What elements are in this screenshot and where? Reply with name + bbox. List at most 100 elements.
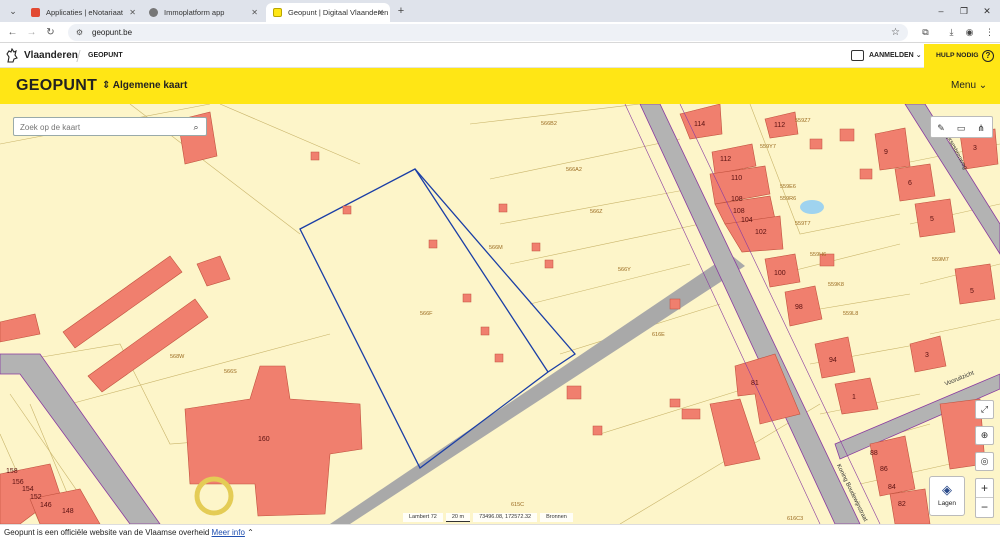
tab-search-icon[interactable]: ⌄	[6, 4, 20, 18]
coordinates-label: 73496.08, 172572.32	[473, 513, 538, 522]
vlaanderen-brand[interactable]: Vlaanderen	[24, 44, 78, 68]
selected-parcel-divider	[414, 168, 549, 373]
chevron-up-icon: ⌃	[244, 528, 254, 537]
layers-label: Lagen	[937, 500, 957, 507]
house-number: 146	[40, 502, 52, 509]
bookmark-star-icon[interactable]: ☆	[891, 24, 900, 41]
measure-ruler-icon[interactable]: ▭	[953, 120, 969, 136]
tab-geopunt[interactable]: Geopunt | Digitaal Vlaanderen ✕	[266, 3, 390, 22]
share-icon[interactable]: ⋔	[973, 120, 989, 136]
meer-info-link[interactable]: Meer info	[212, 528, 245, 537]
geopunt-favicon-icon	[273, 8, 282, 17]
tab-close-icon[interactable]: ✕	[129, 3, 136, 22]
login-button[interactable]: AANMELDEN ⌄	[851, 44, 922, 68]
parcel-label: 559R6	[780, 196, 797, 202]
vlaanderen-sub-brand[interactable]: GEOPUNT	[88, 44, 123, 68]
map-canvas[interactable]: 566B2 566A2 566Z 566M 566Y 566F 616E 568…	[0, 104, 1000, 524]
globe-button[interactable]: ⊕	[975, 426, 994, 445]
pond	[800, 200, 824, 214]
house-number: 88	[870, 450, 878, 457]
profile-avatar-icon[interactable]: ◉	[962, 25, 977, 40]
parcel-label: 559Y7	[760, 144, 776, 150]
tab-title: Applicaties | eNotariaat	[46, 8, 123, 17]
vlaanderen-header: Vlaanderen GEOPUNT AANMELDEN ⌄ HULP NODI…	[0, 44, 1000, 68]
parcel-label: 559H6	[810, 252, 827, 258]
sources-link[interactable]: Bronnen	[540, 513, 573, 522]
minimize-button[interactable]: –	[932, 3, 950, 19]
parcel-label: 559L8	[843, 311, 859, 317]
url-text[interactable]: geopunt.be	[92, 24, 132, 41]
tab-close-icon[interactable]: ✕	[251, 3, 258, 22]
house-number: 158	[6, 468, 18, 475]
house-number: 100	[774, 270, 786, 277]
layers-button[interactable]: ◈ Lagen	[929, 476, 965, 516]
forward-button[interactable]: →	[24, 25, 39, 40]
search-icon[interactable]: ⌕	[190, 121, 202, 133]
vlaanderen-lion-logo-icon[interactable]	[5, 48, 19, 64]
fullscreen-button[interactable]: ⤢	[975, 400, 994, 419]
menu-button[interactable]: Menu ⌄	[951, 68, 987, 104]
enotariaat-favicon-icon	[31, 8, 40, 17]
extensions-icon[interactable]: ⧉	[918, 25, 933, 40]
browser-menu-icon[interactable]: ⋮	[982, 25, 997, 40]
house-number: 160	[258, 436, 270, 443]
tab-enotariaat[interactable]: Applicaties | eNotariaat ✕	[24, 3, 142, 22]
parcel-label: 566M	[489, 245, 503, 251]
house-number: 108	[731, 196, 743, 203]
house-number: 112	[720, 156, 732, 163]
parcel-label: 566F	[420, 311, 433, 317]
house-number: 5	[970, 288, 974, 295]
locate-button[interactable]: ◎	[975, 452, 994, 471]
zoom-in-button[interactable]: +	[976, 479, 993, 498]
parcel-label: 566A2	[566, 167, 582, 173]
draw-pencil-icon[interactable]: ✎	[933, 120, 949, 136]
geopunt-logo[interactable]: GEOPUNT	[16, 68, 97, 104]
house-number: 3	[973, 145, 977, 152]
chevron-down-icon: ⌄	[915, 52, 922, 59]
zoom-control: + −	[975, 478, 994, 518]
back-button[interactable]: ←	[5, 25, 20, 40]
tab-title: Geopunt | Digitaal Vlaanderen	[288, 8, 389, 17]
login-user-icon	[851, 50, 864, 61]
question-icon: ?	[982, 50, 994, 62]
map-search: ⌕	[13, 117, 207, 136]
geopunt-bar: GEOPUNT ⇕ Algemene kaart Menu ⌄	[0, 68, 1000, 104]
house-number: 6	[908, 180, 912, 187]
parcel-label: 559Z7	[795, 118, 811, 124]
login-label: AANMELDEN	[869, 52, 914, 59]
house-number: 86	[880, 466, 888, 473]
sort-arrows-icon: ⇕	[102, 80, 113, 91]
download-icon[interactable]: ⤓	[944, 25, 959, 40]
map-selector[interactable]: ⇕ Algemene kaart	[102, 68, 187, 104]
house-number: 152	[30, 494, 42, 501]
road-diagonal	[330, 254, 745, 524]
house-number: 156	[12, 479, 24, 486]
parcel-label: 559T7	[795, 221, 811, 227]
house-number: 1	[852, 394, 856, 401]
footer: Geopunt is een officiële website van de …	[0, 524, 1000, 541]
site-info-icon[interactable]: ⚙	[74, 27, 85, 38]
help-button[interactable]: HULP NODIG ?	[924, 44, 1000, 68]
house-number: 148	[62, 508, 74, 515]
parcel-label: 559E6	[780, 184, 796, 190]
help-label: HULP NODIG	[936, 52, 979, 59]
house-number: 3	[925, 352, 929, 359]
tab-immoplatform[interactable]: Immoplatform app ✕	[142, 3, 264, 22]
tab-close-icon[interactable]: ✕	[377, 3, 384, 22]
map-search-input[interactable]	[20, 120, 180, 134]
house-number: 81	[751, 380, 759, 387]
parcel-label: 559K8	[828, 282, 844, 288]
maximize-button[interactable]: ❐	[955, 3, 973, 19]
close-window-button[interactable]: ✕	[978, 3, 996, 19]
parcel-label: 568W	[170, 354, 185, 360]
layers-icon: ◈	[942, 482, 952, 497]
reload-button[interactable]: ↻	[43, 25, 58, 40]
house-number: 114	[694, 121, 706, 128]
crs-label[interactable]: Lambert 72	[403, 513, 443, 522]
new-tab-button[interactable]: +	[394, 3, 408, 19]
house-number: 82	[898, 501, 906, 508]
map-selector-label: Algemene kaart	[112, 80, 188, 91]
house-number: 84	[888, 484, 896, 491]
omnibox[interactable]: ⚙ geopunt.be ☆	[68, 24, 908, 41]
zoom-out-button[interactable]: −	[976, 498, 993, 517]
